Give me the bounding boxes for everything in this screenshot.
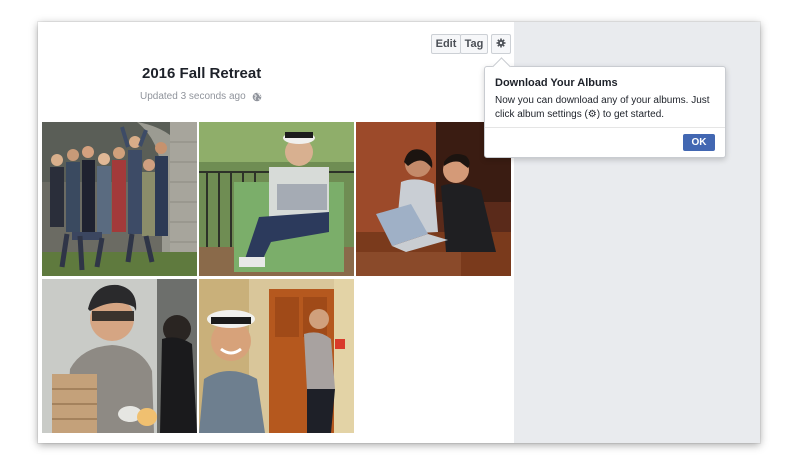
globe-icon[interactable]: [252, 92, 262, 102]
edit-button[interactable]: Edit: [431, 34, 461, 54]
album-meta: Updated 3 seconds ago: [140, 91, 262, 102]
photo-smiling-man-in-hat[interactable]: [199, 279, 354, 433]
photo-man-with-beanie[interactable]: [42, 279, 197, 433]
popover-title: Download Your Albums: [495, 77, 618, 89]
ok-button[interactable]: OK: [683, 134, 715, 151]
app-window: 2016 Fall Retreat Updated 3 seconds ago …: [38, 22, 760, 443]
album-title: 2016 Fall Retreat: [142, 65, 262, 82]
popover-divider: [485, 127, 725, 128]
updated-text: Updated 3 seconds ago: [140, 91, 246, 102]
tag-button[interactable]: Tag: [460, 34, 488, 54]
photo-grid: [42, 122, 514, 443]
album-panel: 2016 Fall Retreat Updated 3 seconds ago …: [38, 22, 514, 443]
photo-man-in-chair[interactable]: [199, 122, 354, 276]
popover-body: Now you can download any of your albums.…: [495, 95, 710, 120]
gear-icon: [496, 38, 506, 51]
download-albums-popover: Download Your Albums Now you can downloa…: [484, 57, 726, 158]
album-settings-button[interactable]: [491, 34, 511, 54]
album-header: 2016 Fall Retreat Updated 3 seconds ago …: [38, 22, 514, 122]
photo-group[interactable]: [42, 122, 197, 276]
